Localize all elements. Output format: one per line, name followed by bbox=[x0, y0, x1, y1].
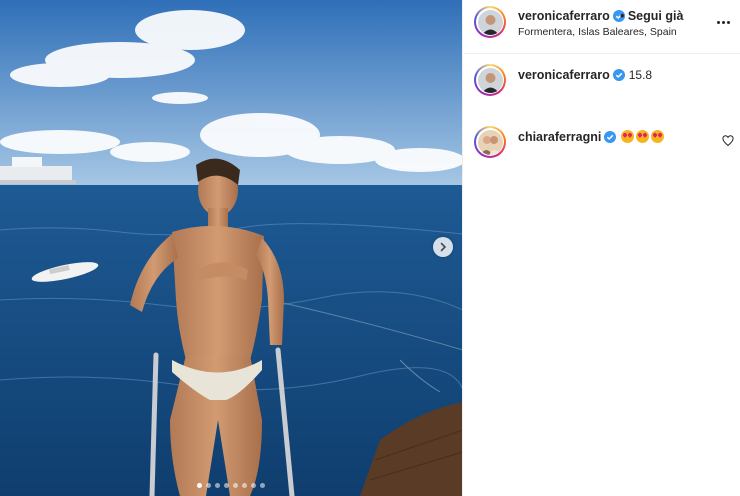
next-slide-button[interactable] bbox=[433, 237, 453, 257]
profile-photo-icon bbox=[477, 129, 503, 155]
location-link[interactable]: Formentera, Islas Baleares, Spain bbox=[518, 26, 677, 38]
carousel-dot bbox=[233, 483, 239, 488]
post-photo bbox=[0, 0, 463, 496]
verified-badge-icon bbox=[604, 131, 617, 143]
following-button[interactable]: • Segui già bbox=[620, 9, 683, 23]
profile-photo-icon bbox=[477, 9, 503, 35]
heart-eyes-emoji-icon bbox=[621, 130, 635, 143]
post-media[interactable] bbox=[0, 0, 463, 496]
carousel-dot bbox=[197, 483, 203, 488]
carousel-dot bbox=[260, 483, 266, 488]
header-divider bbox=[464, 53, 740, 54]
heart-eyes-emoji-icon bbox=[651, 130, 665, 143]
header-username-text[interactable]: veronicaferraro bbox=[518, 9, 610, 23]
more-options-button[interactable] bbox=[713, 12, 733, 32]
carousel-dot bbox=[215, 483, 221, 488]
caption-text: 15.8 bbox=[628, 68, 653, 82]
comment-row: chiaraferragni bbox=[518, 130, 665, 144]
header-username[interactable]: veronicaferraro bbox=[518, 9, 625, 23]
caption-avatar[interactable] bbox=[474, 64, 506, 96]
carousel-dot bbox=[242, 483, 248, 488]
chevron-right-icon bbox=[440, 242, 447, 252]
carousel-dot bbox=[251, 483, 257, 488]
caption-username[interactable]: veronicaferraro bbox=[518, 68, 610, 82]
more-dots-icon bbox=[716, 20, 720, 24]
carousel-dot bbox=[224, 483, 230, 488]
comment-emojis bbox=[621, 130, 665, 143]
profile-photo-icon bbox=[477, 67, 503, 93]
carousel-dot bbox=[206, 483, 212, 488]
heart-icon bbox=[722, 135, 734, 147]
author-avatar[interactable] bbox=[474, 6, 506, 38]
heart-eyes-emoji-icon bbox=[636, 130, 650, 143]
comment-avatar[interactable] bbox=[474, 126, 506, 158]
comment-username[interactable]: chiaraferragni bbox=[518, 130, 601, 144]
verified-badge-icon bbox=[612, 69, 625, 81]
caption-row: veronicaferraro 15.8 bbox=[518, 68, 652, 82]
carousel-indicator bbox=[0, 483, 462, 488]
like-comment-button[interactable] bbox=[722, 134, 736, 148]
